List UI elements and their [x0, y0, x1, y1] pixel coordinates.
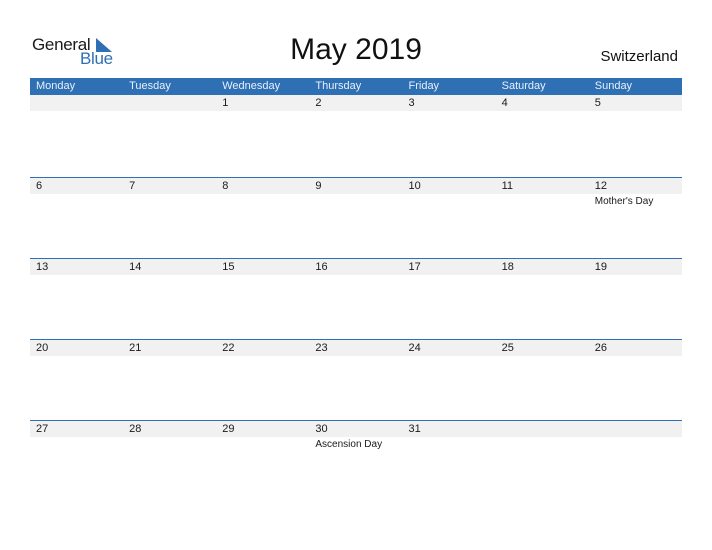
day-number: 5: [594, 97, 601, 109]
day-number: 1: [222, 97, 229, 109]
day-cell: 10: [403, 178, 496, 258]
day-cell: [30, 95, 123, 177]
day-cell: 24: [403, 340, 496, 420]
weekday-friday: Friday: [408, 80, 440, 92]
week-row: 27 28 29 30 Ascension Day 31: [30, 420, 682, 501]
day-cell: 8: [216, 178, 309, 258]
day-number: 23: [315, 342, 328, 354]
day-cell: 3: [403, 95, 496, 177]
day-cell: 27: [30, 421, 123, 501]
day-number: 10: [408, 180, 421, 192]
day-number: 21: [129, 342, 142, 354]
day-number: 13: [36, 261, 49, 273]
day-number: 16: [315, 261, 328, 273]
day-number: 3: [408, 97, 415, 109]
day-cell: 14: [123, 259, 216, 339]
weekday-wednesday: Wednesday: [222, 80, 281, 92]
day-cell: 4: [496, 95, 589, 177]
weekday-sunday: Sunday: [594, 80, 633, 92]
day-cell: [496, 421, 589, 501]
day-number: 22: [222, 342, 235, 354]
week-row: 13 14 15 16 17 18 19: [30, 258, 682, 339]
day-cell: 26: [589, 340, 682, 420]
weekday-thursday: Thursday: [315, 80, 362, 92]
day-number: 15: [222, 261, 235, 273]
day-cell: 18: [496, 259, 589, 339]
day-number: 25: [501, 342, 514, 354]
week-row: 20 21 22 23 24 25 26: [30, 339, 682, 420]
day-cell: 1: [216, 95, 309, 177]
day-cell: 16: [309, 259, 402, 339]
day-cell: 22: [216, 340, 309, 420]
day-number: 27: [36, 423, 49, 435]
day-cell: [123, 95, 216, 177]
week-row: 1 2 3 4 5: [30, 95, 682, 177]
day-cell: [589, 421, 682, 501]
day-cell: 25: [496, 340, 589, 420]
day-cell: 28: [123, 421, 216, 501]
day-number: 2: [315, 97, 322, 109]
day-cell: 11: [496, 178, 589, 258]
day-number: 17: [408, 261, 421, 273]
day-cell: 19: [589, 259, 682, 339]
day-number: 18: [501, 261, 514, 273]
day-number: 12: [594, 180, 607, 192]
weeks: 1 2 3 4 5 6 7 8 9 10 11 12 Mother's Day 13 14 15 16 17 18 1…: [30, 95, 682, 501]
day-cell: 30 Ascension Day: [309, 421, 402, 501]
day-number: 14: [129, 261, 142, 273]
holiday-label: Mother's Day: [594, 196, 654, 207]
day-cell: 5: [589, 95, 682, 177]
day-cell: 6: [30, 178, 123, 258]
day-number: 31: [408, 423, 421, 435]
day-number: 30: [315, 423, 328, 435]
day-number: 8: [222, 180, 229, 192]
day-cell: 31: [403, 421, 496, 501]
day-number: 7: [129, 180, 136, 192]
day-cell: 13: [30, 259, 123, 339]
week-row: 6 7 8 9 10 11 12 Mother's Day: [30, 177, 682, 258]
day-cell: 23: [309, 340, 402, 420]
day-number: 28: [129, 423, 142, 435]
day-number: 29: [222, 423, 235, 435]
day-cell: 21: [123, 340, 216, 420]
weekday-header: Monday Tuesday Wednesday Thursday Friday Satu…: [30, 78, 682, 95]
weekday-saturday: Saturday: [501, 80, 546, 92]
day-cell: 20: [30, 340, 123, 420]
weekday-monday: Monday: [36, 80, 76, 92]
day-number: 11: [501, 180, 514, 192]
calendar-grid: Monday Tuesday Wednesday Thursday Friday Satu…: [30, 78, 682, 501]
day-number: 6: [36, 180, 43, 192]
day-number: 4: [501, 97, 508, 109]
day-number: 26: [594, 342, 607, 354]
day-cell: 7: [123, 178, 216, 258]
day-number: 9: [315, 180, 322, 192]
day-number: 20: [36, 342, 49, 354]
day-cell: 9: [309, 178, 402, 258]
day-number: 24: [408, 342, 421, 354]
day-cell: 17: [403, 259, 496, 339]
weekday-tuesday: Tuesday: [129, 80, 171, 92]
day-cell: 12 Mother's Day: [589, 178, 682, 258]
country-label: Switzerland: [600, 48, 678, 65]
holiday-label: Ascension Day: [315, 439, 383, 450]
day-cell: 15: [216, 259, 309, 339]
day-number: 19: [594, 261, 607, 273]
day-cell: 29: [216, 421, 309, 501]
day-cell: 2: [309, 95, 402, 177]
